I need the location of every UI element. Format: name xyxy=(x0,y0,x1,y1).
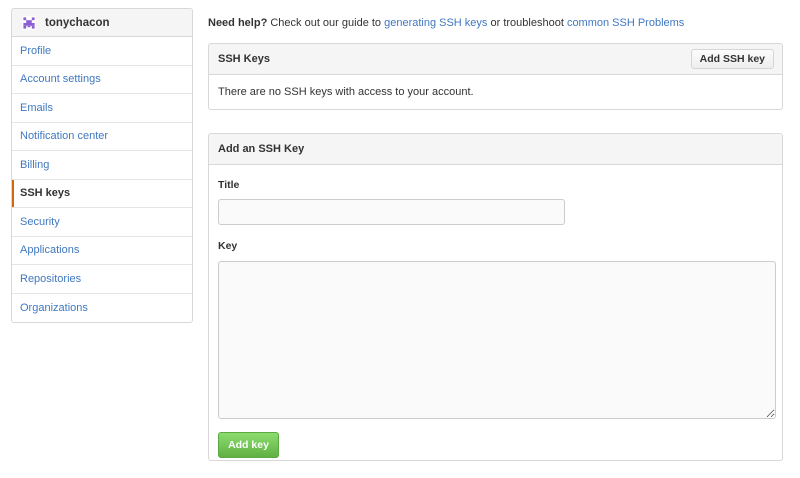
sidebar-item-organizations[interactable]: Organizations xyxy=(12,294,192,323)
ssh-keys-title: SSH Keys xyxy=(218,53,270,65)
title-label: Title xyxy=(218,179,240,191)
ssh-keys-panel-body: There are no SSH keys with access to you… xyxy=(209,75,782,109)
sidebar-item-repositories[interactable]: Repositories xyxy=(12,265,192,294)
identicon-avatar-icon xyxy=(22,15,36,30)
add-ssh-key-button[interactable]: Add SSH key xyxy=(690,49,774,69)
key-textarea[interactable] xyxy=(218,261,776,419)
key-label: Key xyxy=(218,240,238,252)
username[interactable]: tonychacon xyxy=(45,17,110,29)
generating-ssh-keys-link[interactable]: generating SSH keys xyxy=(384,17,487,29)
sidebar-item-applications[interactable]: Applications xyxy=(12,237,192,265)
add-key-submit-button[interactable]: Add key xyxy=(218,432,279,458)
add-ssh-key-title: Add an SSH Key xyxy=(218,143,305,155)
sidebar-item-emails[interactable]: Emails xyxy=(12,94,192,123)
sidebar-item-ssh-keys[interactable]: SSH keys xyxy=(12,179,192,208)
ssh-keys-panel: SSH Keys Add SSH key There are no SSH ke… xyxy=(208,43,783,110)
add-ssh-key-panel: Add an SSH Key Title Key Add key xyxy=(208,133,783,461)
sidebar-item-profile[interactable]: Profile xyxy=(12,37,192,66)
sidebar-header: tonychacon xyxy=(12,9,192,37)
add-ssh-key-panel-header: Add an SSH Key xyxy=(209,134,782,165)
sidebar-item-security[interactable]: Security xyxy=(12,208,192,237)
sidebar-item-account-settings[interactable]: Account settings xyxy=(12,66,192,94)
help-text-part1: Check out our guide to xyxy=(267,17,385,29)
title-input[interactable] xyxy=(218,199,565,225)
sidebar-item-billing[interactable]: Billing xyxy=(12,151,192,180)
help-text: Need help? Check out our guide to genera… xyxy=(208,17,684,29)
settings-sidebar: tonychacon Profile Account settings Emai… xyxy=(11,8,193,323)
no-keys-message: There are no SSH keys with access to you… xyxy=(218,86,474,98)
add-ssh-key-form: Title Key Add key xyxy=(209,179,782,458)
sidebar-item-notification-center[interactable]: Notification center xyxy=(12,123,192,151)
help-text-part2: or troubleshoot xyxy=(487,17,567,29)
avatar xyxy=(22,15,36,30)
common-ssh-problems-link[interactable]: common SSH Problems xyxy=(567,17,684,29)
help-bold: Need help? xyxy=(208,17,268,29)
ssh-keys-panel-header: SSH Keys Add SSH key xyxy=(209,44,782,75)
